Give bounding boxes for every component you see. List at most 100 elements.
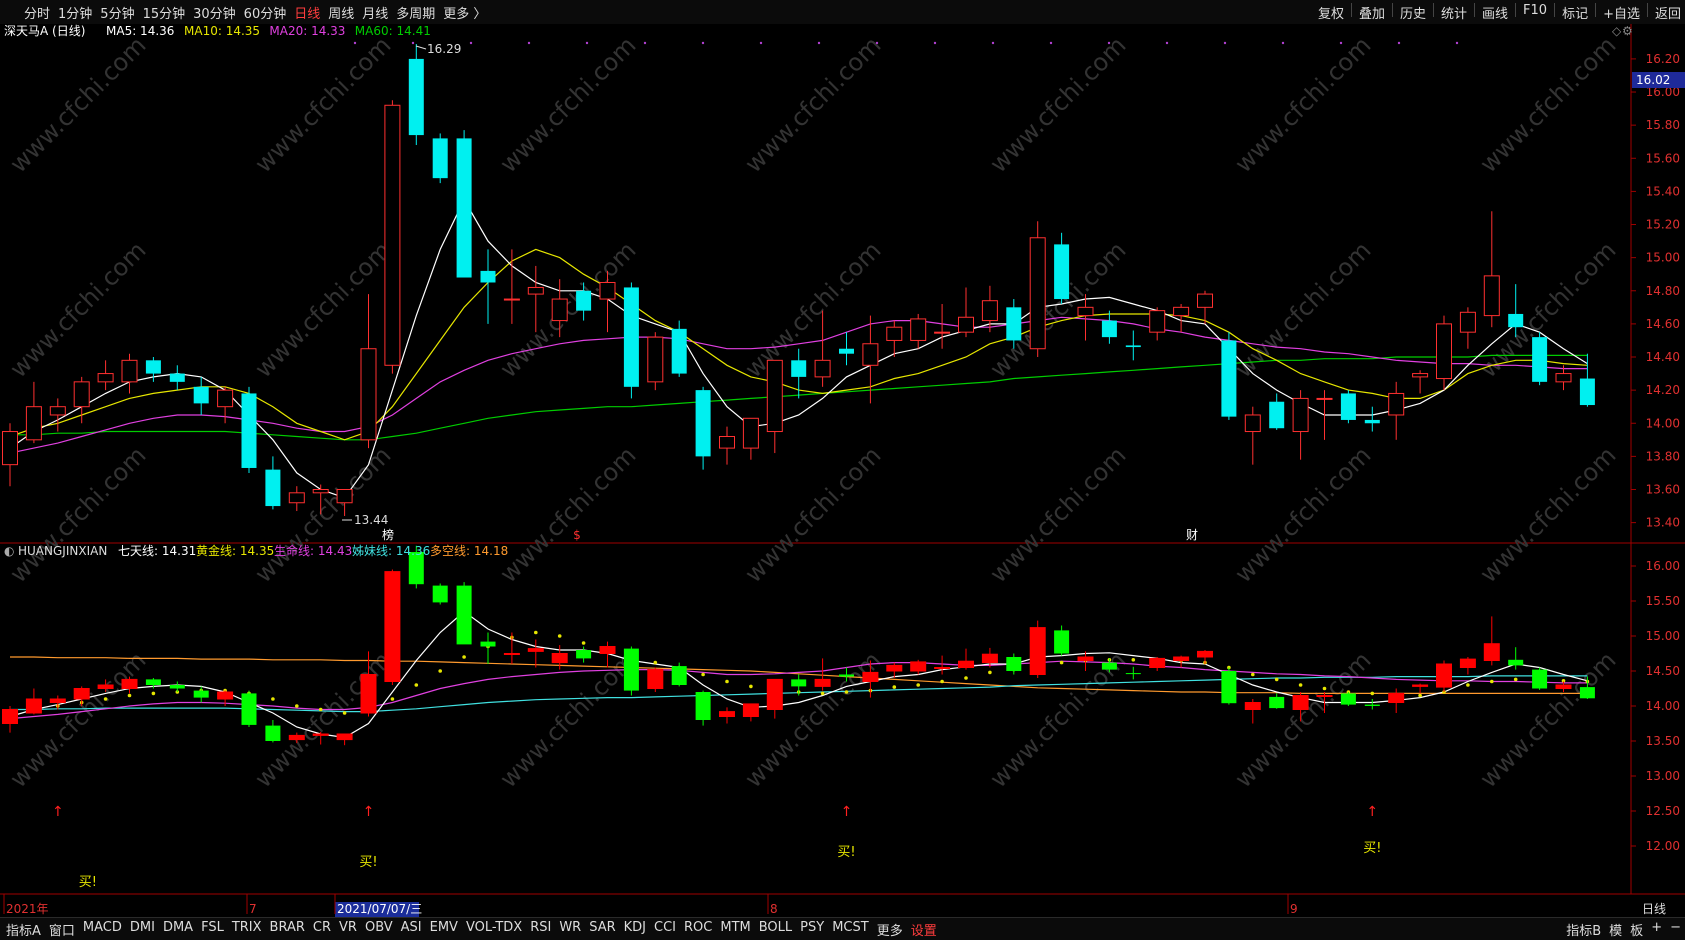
- indicator-tab-list: 指标A 窗口 MACD DMI DMA FSL TRIX BRAR CR VR OBV ASI EMV V…: [0, 920, 941, 939]
- period-tab-3[interactable]: 15分钟: [139, 3, 190, 22]
- golden-line-dot: [1131, 658, 1136, 662]
- sub-candle: [1555, 684, 1572, 689]
- toolbar-action-5[interactable]: F10: [1519, 3, 1551, 22]
- sub-candle: [97, 684, 114, 689]
- golden-line-dot: [390, 697, 395, 701]
- golden-line-dot: [1251, 672, 1255, 677]
- bottom-control-4[interactable]: −: [1666, 920, 1685, 939]
- y-tick-label: 15.00: [1646, 251, 1680, 265]
- indicator-tab-14[interactable]: RSI: [526, 920, 555, 939]
- sub-candle: [480, 641, 496, 647]
- golden-line-dot: [820, 691, 825, 696]
- toolbar-action-2[interactable]: 历史: [1396, 3, 1430, 22]
- toolbar-action-8[interactable]: 返回: [1651, 3, 1685, 22]
- main-candle: [312, 489, 329, 494]
- y-tick-label: 15.40: [1646, 184, 1680, 198]
- main-candle: [1579, 378, 1595, 406]
- indicator-tab-13[interactable]: VOL-TDX: [462, 920, 526, 939]
- indicator-tab-24[interactable]: 更多: [873, 920, 907, 939]
- separator: [1554, 2, 1556, 17]
- indicator-tab-22[interactable]: PSY: [796, 920, 828, 939]
- period-tab-7[interactable]: 周线: [324, 3, 358, 22]
- main-candle: [384, 104, 401, 366]
- bottom-control-0[interactable]: 指标B: [1562, 920, 1605, 939]
- indicator-tab-15[interactable]: WR: [555, 920, 585, 939]
- golden-line-dot: [964, 676, 968, 680]
- period-tab-4[interactable]: 30分钟: [189, 3, 240, 22]
- indicator-tab-21[interactable]: BOLL: [755, 920, 796, 939]
- main-candle: [480, 270, 496, 283]
- legend-item: MA10: 14.35: [184, 24, 260, 38]
- toolbar-action-1[interactable]: 叠加: [1355, 3, 1389, 22]
- golden-line-dot: [1059, 660, 1064, 665]
- indicator-tab-11[interactable]: ASI: [397, 920, 426, 939]
- indicator-tab-1[interactable]: 窗口: [45, 920, 79, 939]
- period-tab-5[interactable]: 60分钟: [240, 3, 291, 22]
- indicator-tab-12[interactable]: EMV: [426, 920, 462, 939]
- separator: [1595, 2, 1597, 17]
- toolbar-action-4[interactable]: 画线: [1478, 3, 1512, 22]
- indicator-tab-10[interactable]: OBV: [361, 920, 397, 939]
- y-tick-label: 14.60: [1646, 317, 1680, 331]
- indicator-tab-8[interactable]: CR: [309, 920, 335, 939]
- indicator-tab-16[interactable]: SAR: [585, 920, 619, 939]
- indicator-tab-23[interactable]: MCST: [828, 920, 873, 939]
- period-tab-9[interactable]: 多周期: [392, 3, 439, 22]
- main-candle: [814, 359, 831, 378]
- indicator-tab-4[interactable]: DMA: [159, 920, 197, 939]
- top-dot: [1281, 41, 1285, 45]
- indicator-tab-20[interactable]: MTM: [716, 920, 754, 939]
- indicator-tab-7[interactable]: BRAR: [266, 920, 309, 939]
- indicator-tab-0[interactable]: 指标A: [2, 920, 45, 939]
- toolbar-action-3[interactable]: 统计: [1437, 3, 1471, 22]
- bottom-control-2[interactable]: 板: [1626, 920, 1647, 939]
- indicator-tab-6[interactable]: TRIX: [228, 920, 266, 939]
- top-dot: [469, 41, 473, 45]
- indicator-tab-17[interactable]: KDJ: [620, 920, 650, 939]
- legend-item: MA60: 14.41: [355, 24, 431, 38]
- high-price-label: 16.29: [427, 42, 461, 56]
- main-candle: [1197, 293, 1213, 308]
- sub-candle: [1436, 663, 1452, 688]
- top-dot: [817, 41, 821, 45]
- sub-candle: [1173, 656, 1190, 661]
- toolbar-action-0[interactable]: 复权: [1314, 3, 1348, 22]
- golden-line-dot: [1466, 683, 1470, 687]
- sub-candle: [241, 693, 257, 725]
- indicator-tab-18[interactable]: CCI: [650, 920, 680, 939]
- indicator-tab-5[interactable]: FSL: [197, 920, 228, 939]
- main-candle: [169, 373, 185, 382]
- period-tab-0[interactable]: 分时: [20, 3, 54, 22]
- toolbar-action-6[interactable]: 标记: [1558, 3, 1592, 22]
- sub-candle: [1532, 669, 1548, 689]
- main-candle: [265, 469, 281, 507]
- bottom-control-1[interactable]: 模: [1605, 920, 1626, 939]
- toolbar-action-7[interactable]: +自选: [1599, 3, 1644, 22]
- golden-line-dot: [127, 693, 132, 698]
- sub-candle: [503, 653, 520, 655]
- indicator-tab-2[interactable]: MACD: [79, 920, 126, 939]
- indicator-tab-3[interactable]: DMI: [126, 920, 159, 939]
- main-candle: [2, 431, 18, 466]
- period-tab-10[interactable]: 更多 〉: [439, 3, 490, 22]
- diamond-icon: ◇: [1612, 24, 1622, 38]
- sub-candle: [1388, 692, 1405, 704]
- event-marker: 榜: [382, 527, 394, 542]
- period-tabs: 分时 1分钟 5分钟 15分钟 30分钟 60分钟 日线 周线 月线 多周期 更多 〉: [0, 3, 490, 22]
- period-tab-2[interactable]: 5分钟: [96, 3, 138, 22]
- legend-item: 七天线: 14.31: [118, 544, 196, 558]
- main-candle: [671, 328, 687, 374]
- period-tab-1[interactable]: 1分钟: [54, 3, 96, 22]
- main-candle: [336, 489, 353, 504]
- svg-text:16.02: 16.02: [1636, 73, 1670, 87]
- settings-icon: ⚙: [1622, 24, 1633, 38]
- indicator-tab-25[interactable]: 设置: [907, 920, 941, 939]
- main-candle: [886, 326, 903, 341]
- indicator-tab-19[interactable]: ROC: [680, 920, 716, 939]
- period-tab-6[interactable]: 日线: [290, 3, 324, 22]
- kline-chart-area[interactable]: www.cfchi.com www.cfchi.com www.cfchi.com w…: [0, 24, 1685, 917]
- bottom-control-3[interactable]: +: [1647, 920, 1666, 939]
- indicator-tab-9[interactable]: VR: [335, 920, 361, 939]
- main-candle: [97, 373, 114, 383]
- period-tab-8[interactable]: 月线: [358, 3, 392, 22]
